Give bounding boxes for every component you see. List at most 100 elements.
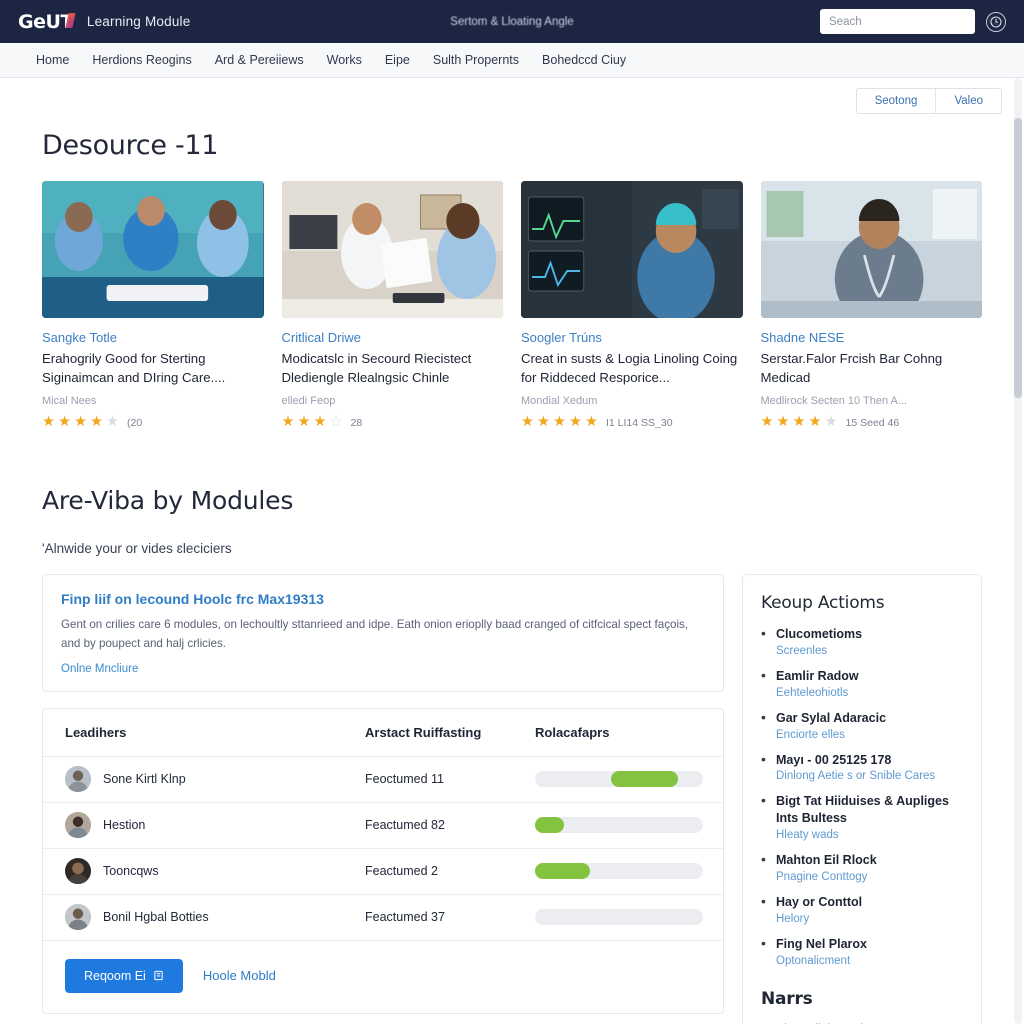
resource-card[interactable]: Soogler Trúns Creat in susts & Logia Lin…	[521, 181, 743, 430]
resource-card[interactable]: Sangke Totle Erahogrily Good for Stertin…	[42, 181, 264, 430]
top-bar-actions	[820, 9, 1006, 34]
person-name: Hestion	[103, 818, 146, 833]
star-icon: ★	[760, 414, 774, 431]
segmented-control: Seotong Valeo	[855, 88, 1002, 114]
sidebar-column: Keoup Actioms Clucometioms Screenles Eam…	[742, 573, 982, 1024]
list-item[interactable]: Fing Nel Plarox Optonalicment	[761, 935, 963, 967]
star-icon: ★	[792, 414, 806, 431]
card-thumbnail-physician[interactable]	[760, 181, 982, 318]
nav-item-2[interactable]: Ard & Pereiiews	[215, 53, 304, 67]
nav-item-6[interactable]: Bohedccd Ciuy	[542, 53, 626, 67]
person-cell: Sone Kirtl Klnp	[65, 766, 365, 793]
card-description: Creat in susts & Logia Linoling Coing fo…	[521, 351, 738, 385]
document-icon	[154, 970, 163, 981]
row-status: Feactumed 2	[365, 864, 438, 879]
list-item-label: Mahton Eil Rlock	[776, 853, 877, 868]
modules-subtitle: 'Alnwide your or vides ɛleciciers	[42, 540, 232, 556]
resource-card-grid: Sangke Totle Erahogrily Good for Stertin…	[42, 181, 982, 430]
star-icon: ★	[297, 414, 311, 431]
sidebar-title: Keoup Actioms	[761, 592, 885, 613]
list-item[interactable]: Clucometioms Screenles	[761, 625, 963, 657]
progress-bar-fill	[535, 817, 564, 834]
list-item[interactable]: Gar Sylal Adaracic Enciorte elles	[761, 709, 963, 741]
main-nav: Home Herdions Reogins Ard & Pereiiews Wo…	[0, 43, 1024, 78]
list-item[interactable]: Hay or Conttol Helory	[761, 893, 963, 925]
star-icon: ★	[42, 414, 55, 431]
app-title: Learning Module	[86, 14, 191, 29]
modules-title: Are-Viba by Modules	[42, 485, 294, 515]
person-cell: Tooncqws	[65, 858, 365, 885]
list-item-sub[interactable]: Optonalicment	[776, 955, 963, 967]
info-box-link[interactable]: Onlne Mncliure	[61, 663, 138, 675]
card-title-link[interactable]: Soogler Trúns	[521, 330, 743, 345]
person-name: Bonil Hgbal Botties	[103, 910, 209, 925]
nav-item-works[interactable]: Works	[327, 53, 362, 67]
list-item-sub[interactable]: Screenles	[776, 645, 963, 657]
card-thumbnail-monitor-room[interactable]	[521, 181, 743, 318]
list-item-sub[interactable]: Pnagine Conttogy	[776, 871, 963, 883]
table-row[interactable]: Tooncqws Feactumed 2	[43, 849, 723, 895]
list-item[interactable]: Bigt Tat Hiiduises & Aupliges Ints Bulte…	[761, 792, 963, 841]
list-item[interactable]: Mayı - 00 25125 178 Dinlong Aetie s or S…	[761, 751, 963, 783]
page-root: GeUT Learning Module Sertom & Lloating A…	[0, 0, 1024, 1024]
clock-icon[interactable]	[986, 11, 1006, 32]
nav-item-4[interactable]: Eipe	[385, 53, 410, 67]
star-icon: ★	[313, 414, 327, 431]
table-row[interactable]: Sone Kirtl Klnp Feoctumed 11	[43, 757, 723, 803]
segment-button-right[interactable]: Valeo	[936, 89, 1001, 113]
rating-count: I1 LI14 SS_30	[606, 416, 673, 429]
list-item[interactable]: Mahton Eil Rlock Pnagine Conttogy	[761, 851, 963, 883]
segment-button-left[interactable]: Seotong	[857, 89, 937, 113]
progress-cell	[535, 771, 703, 788]
app-logo[interactable]: GeUT	[18, 11, 73, 33]
progress-cell	[535, 909, 703, 926]
list-item[interactable]: Eamlir Radow Eehteleohiotls	[761, 667, 963, 699]
rating-count: (20	[127, 416, 143, 429]
info-box-body: Gent on crilies care 6 modules, on lecho…	[61, 617, 689, 650]
search-box[interactable]	[820, 9, 999, 34]
progress-bar-track	[535, 771, 703, 788]
list-item-sub[interactable]: Hleaty wads	[776, 829, 963, 841]
table-row[interactable]: Bonil Hgbal Botties Feactumed 37	[43, 895, 723, 941]
page-content: Seotong Valeo Desource -11 Sangke Totle …	[0, 78, 1024, 1024]
progress-bar-fill	[535, 863, 591, 880]
person-cell: Hestion	[65, 812, 365, 839]
nav-item-home[interactable]: Home	[36, 53, 69, 67]
card-meta: elledi Feop	[281, 395, 336, 408]
card-title-link[interactable]: Critlical Driwe	[282, 330, 504, 345]
list-item-sub[interactable]: Dinlong Aetie s or Snible Cares	[776, 770, 963, 782]
search-input[interactable]	[829, 15, 983, 28]
row-status: Feactumed 37	[365, 910, 445, 925]
sidebar-action-list: Clucometioms Screenles Eamlir Radow Eeht…	[761, 625, 963, 967]
table-row[interactable]: Hestion Feactumed 82	[43, 803, 723, 849]
list-item-sub[interactable]: Eehteleohiotls	[776, 687, 963, 699]
card-thumbnail-doctor-desk[interactable]	[281, 181, 503, 318]
card-rating: ★ ★ ★ ☆ 28	[282, 415, 504, 430]
list-item-sub[interactable]: Enciorte elles	[776, 729, 963, 741]
list-item-label: Hay or Conttol	[776, 895, 863, 910]
list-item[interactable]: Ving Atilcing Joins	[761, 1019, 963, 1024]
star-icon-empty: ☆	[329, 414, 343, 431]
progress-cell	[535, 817, 703, 834]
list-item-label: Gar Sylal Adaracic	[776, 710, 887, 725]
card-title-link[interactable]: Shadne NESE	[761, 330, 983, 345]
card-title-link[interactable]: Sangke Totle	[42, 330, 264, 345]
resource-card[interactable]: Critlical Driwe Modicatslc in Secourd Ri…	[281, 181, 504, 430]
page-scrollbar-thumb[interactable]	[1014, 118, 1022, 398]
header-note: Sertom & Lloating Angle	[450, 15, 574, 28]
star-icon: ★	[553, 414, 566, 431]
card-meta: Mical Nees	[42, 395, 97, 408]
request-button[interactable]: Reqoom Ei	[65, 958, 183, 993]
table-footer-link[interactable]: Hoole Mobld	[203, 968, 276, 983]
key-actions-card: Keoup Actioms Clucometioms Screenles Eam…	[742, 573, 982, 1024]
resource-card[interactable]: Shadne NESE Serstar.Falor Frcish Bar Coh…	[760, 181, 983, 431]
list-item-label: Mayı - 00 25125 178	[776, 752, 892, 767]
star-icon-empty: ★	[106, 414, 119, 431]
list-item-sub[interactable]: Helory	[776, 913, 963, 925]
brand[interactable]: GeUT Learning Module	[18, 11, 190, 33]
nav-item-5[interactable]: Sulth Propernts	[433, 53, 519, 67]
nav-item-1[interactable]: Herdions Reogins	[92, 53, 191, 67]
row-status: Feoctumed 11	[365, 772, 444, 787]
avatar	[65, 858, 91, 885]
card-thumbnail-clinical-team[interactable]	[42, 181, 264, 318]
